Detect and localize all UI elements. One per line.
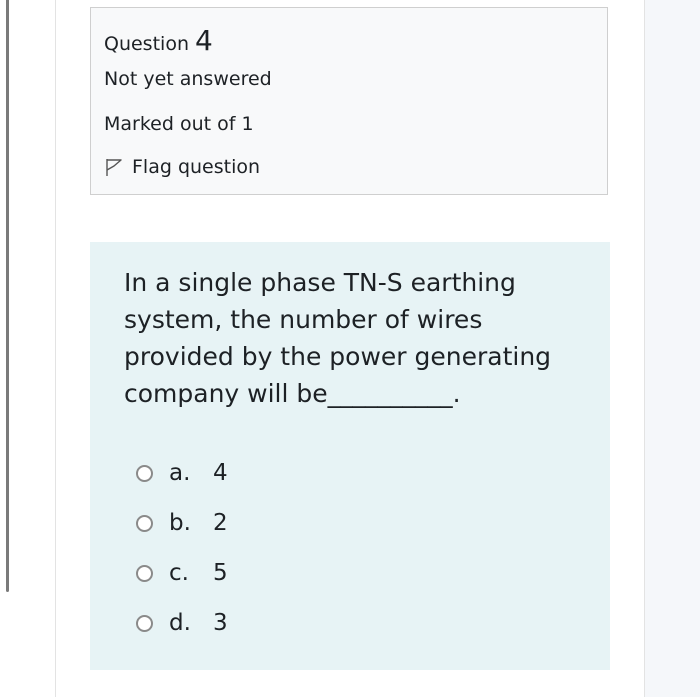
flag-question-label: Flag question bbox=[132, 156, 261, 178]
quiz-page: Question 4 Not yet answered Marked out o… bbox=[0, 0, 700, 697]
left-rail bbox=[0, 0, 9, 697]
question-title: Question 4 bbox=[104, 24, 213, 57]
radio-button[interactable] bbox=[136, 614, 153, 632]
answer-value: 5 bbox=[213, 560, 228, 586]
answer-letter: b. bbox=[169, 510, 191, 536]
answer-option-c[interactable]: c. 5 bbox=[136, 548, 228, 598]
scroll-indicator[interactable] bbox=[6, 0, 9, 592]
left-column-divider bbox=[55, 0, 56, 697]
answer-letter: d. bbox=[169, 610, 191, 636]
answer-value: 4 bbox=[213, 460, 228, 486]
question-label: Question bbox=[104, 33, 189, 55]
answer-value: 2 bbox=[213, 510, 228, 536]
question-state: Not yet answered bbox=[104, 68, 272, 90]
radio-button[interactable] bbox=[136, 464, 153, 482]
question-content: In a single phase TN-S earthing system, … bbox=[90, 242, 610, 670]
answer-value: 3 bbox=[213, 610, 228, 636]
question-text: In a single phase TN-S earthing system, … bbox=[124, 268, 552, 408]
right-column bbox=[644, 0, 700, 697]
flag-question-link[interactable]: Flag question bbox=[104, 156, 260, 178]
question-number: 4 bbox=[195, 24, 213, 57]
flag-icon bbox=[104, 157, 124, 177]
answer-letter: a. bbox=[169, 460, 191, 486]
question-info-box: Question 4 Not yet answered Marked out o… bbox=[90, 7, 608, 195]
question-grade: Marked out of 1 bbox=[104, 113, 254, 135]
answer-letter: c. bbox=[169, 560, 189, 586]
answer-list: a. 4 b. 2 c. 5 d. 3 bbox=[136, 448, 228, 648]
radio-button[interactable] bbox=[136, 514, 153, 532]
answer-option-d[interactable]: d. 3 bbox=[136, 598, 228, 648]
radio-button[interactable] bbox=[136, 564, 153, 582]
answer-option-a[interactable]: a. 4 bbox=[136, 448, 228, 498]
answer-option-b[interactable]: b. 2 bbox=[136, 498, 228, 548]
